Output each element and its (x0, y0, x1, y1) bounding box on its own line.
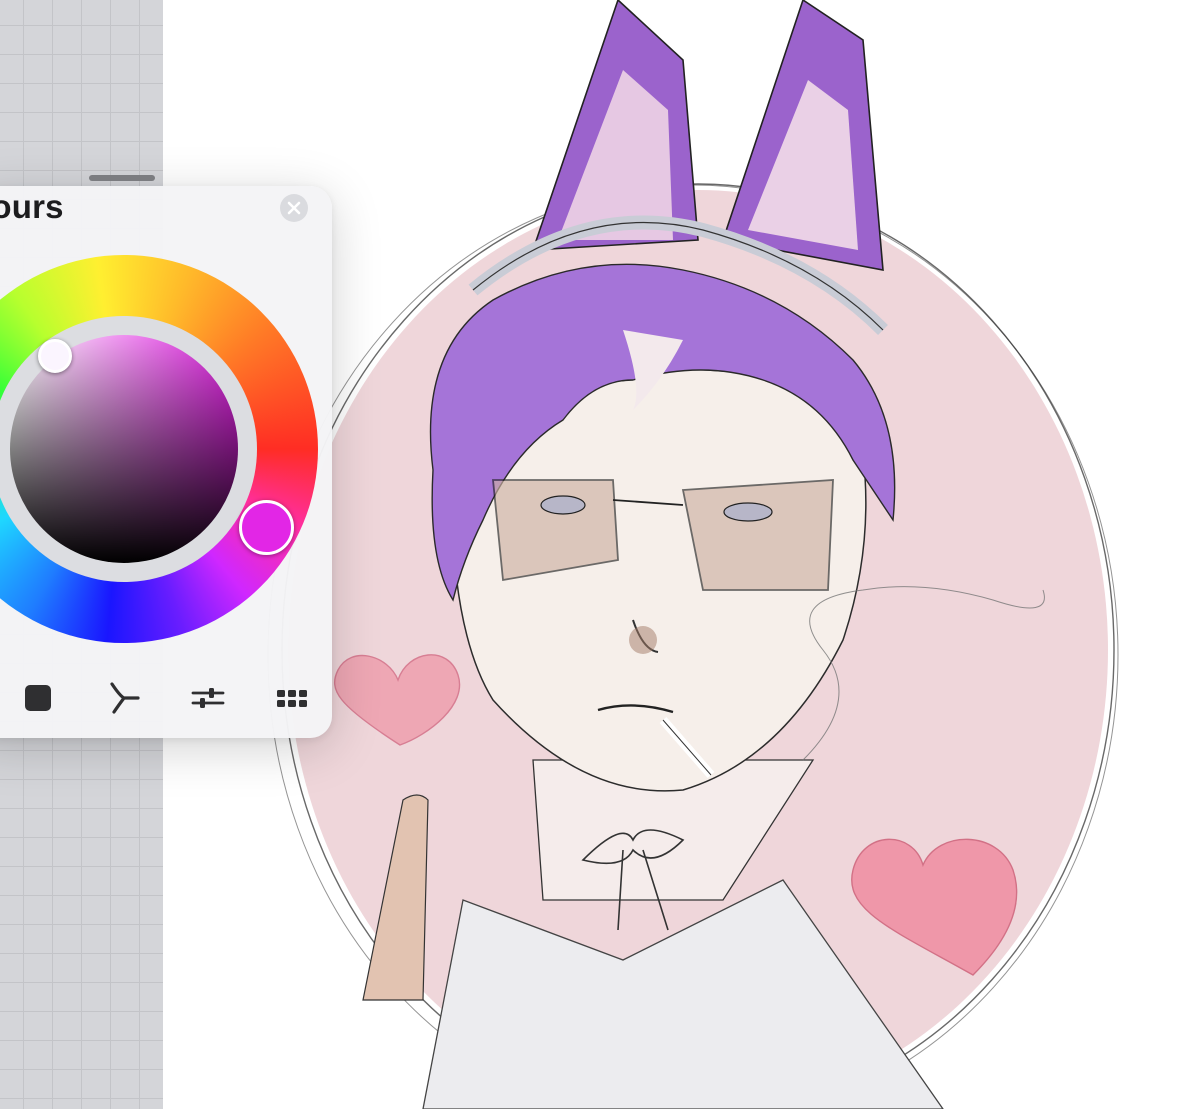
close-icon (287, 201, 301, 215)
square-swatch-icon (25, 685, 51, 711)
tab-harmony[interactable] (102, 676, 146, 720)
grid-icon (277, 690, 307, 707)
popover-grabber[interactable] (89, 175, 155, 181)
tab-palettes[interactable] (270, 676, 314, 720)
close-button[interactable] (280, 194, 308, 222)
colours-title: lours (0, 188, 64, 225)
tab-value[interactable] (186, 676, 230, 720)
saturation-knob[interactable] (38, 339, 72, 373)
procreate-workspace: lours (0, 0, 1200, 1109)
glasses-right-lens (681, 479, 834, 591)
sliders-icon (191, 688, 225, 708)
tab-disc[interactable] (16, 676, 60, 720)
harmony-icon (110, 682, 140, 714)
hue-knob[interactable] (239, 500, 294, 555)
